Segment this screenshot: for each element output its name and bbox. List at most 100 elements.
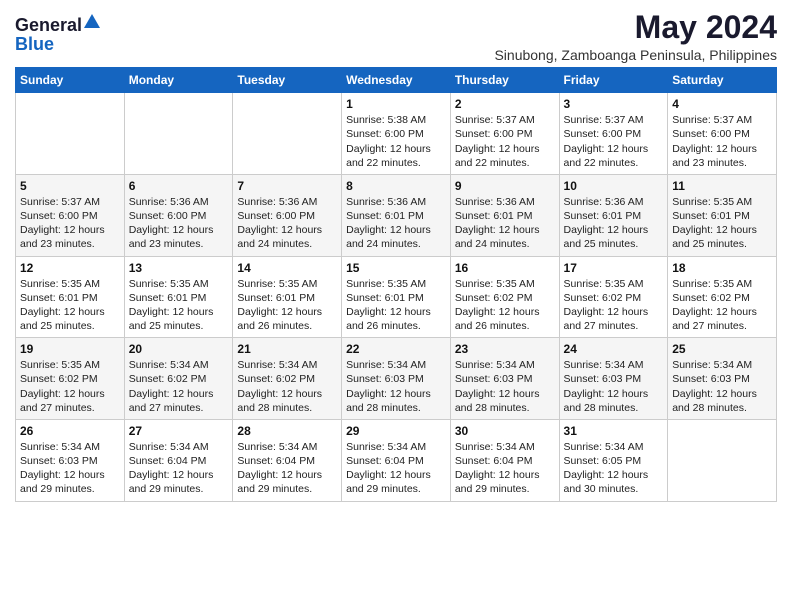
day-info: Sunrise: 5:37 AM Sunset: 6:00 PM Dayligh… — [564, 113, 664, 170]
calendar-cell: 11 Sunrise: 5:35 AM Sunset: 6:01 PM Dayli… — [668, 174, 777, 256]
day-info: Sunrise: 5:36 AM Sunset: 6:00 PM Dayligh… — [237, 195, 337, 252]
logo-icon — [84, 14, 100, 30]
day-number: 12 — [20, 261, 120, 275]
page-header: General Blue May 2024 Sinubong, Zamboang… — [15, 10, 777, 63]
day-info: Sunrise: 5:34 AM Sunset: 6:03 PM Dayligh… — [564, 358, 664, 415]
calendar-cell: 9 Sunrise: 5:36 AM Sunset: 6:01 PM Daylig… — [450, 174, 559, 256]
day-info: Sunrise: 5:35 AM Sunset: 6:01 PM Dayligh… — [672, 195, 772, 252]
calendar-cell: 15Sunrise: 5:35 AM Sunset: 6:01 PM Dayli… — [342, 256, 451, 338]
day-number: 20 — [129, 342, 229, 356]
day-number: 28 — [237, 424, 337, 438]
calendar-cell: 5Sunrise: 5:37 AM Sunset: 6:00 PM Daylig… — [16, 174, 125, 256]
month-title: May 2024 — [494, 10, 777, 45]
calendar-body: 1Sunrise: 5:38 AM Sunset: 6:00 PM Daylig… — [16, 93, 777, 501]
day-info: Sunrise: 5:35 AM Sunset: 6:01 PM Dayligh… — [129, 277, 229, 334]
day-number: 23 — [455, 342, 555, 356]
day-number: 11 — [672, 179, 772, 193]
calendar-cell: 24 Sunrise: 5:34 AM Sunset: 6:03 PM Dayli… — [559, 338, 668, 420]
day-number: 2 — [455, 97, 555, 111]
calendar-cell: 8Sunrise: 5:36 AM Sunset: 6:01 PM Daylig… — [342, 174, 451, 256]
day-number: 29 — [346, 424, 446, 438]
header-day: Monday — [124, 68, 233, 93]
day-number: 6 — [129, 179, 229, 193]
calendar-cell: 1Sunrise: 5:38 AM Sunset: 6:00 PM Daylig… — [342, 93, 451, 175]
day-number: 27 — [129, 424, 229, 438]
logo: General Blue — [15, 14, 100, 53]
day-number: 15 — [346, 261, 446, 275]
calendar-cell — [124, 93, 233, 175]
day-info: Sunrise: 5:35 AM Sunset: 6:02 PM Dayligh… — [20, 358, 120, 415]
header-row: SundayMondayTuesdayWednesdayThursdayFrid… — [16, 68, 777, 93]
header-day: Friday — [559, 68, 668, 93]
day-info: Sunrise: 5:34 AM Sunset: 6:04 PM Dayligh… — [237, 440, 337, 497]
header-day: Sunday — [16, 68, 125, 93]
day-number: 13 — [129, 261, 229, 275]
day-info: Sunrise: 5:37 AM Sunset: 6:00 PM Dayligh… — [672, 113, 772, 170]
calendar-header: SundayMondayTuesdayWednesdayThursdayFrid… — [16, 68, 777, 93]
calendar-cell: 17 Sunrise: 5:35 AM Sunset: 6:02 PM Dayli… — [559, 256, 668, 338]
day-number: 22 — [346, 342, 446, 356]
calendar-cell: 18 Sunrise: 5:35 AM Sunset: 6:02 PM Dayli… — [668, 256, 777, 338]
day-number: 19 — [20, 342, 120, 356]
logo-general: General — [15, 16, 82, 34]
calendar-week-row: 12 Sunrise: 5:35 AM Sunset: 6:01 PM Dayli… — [16, 256, 777, 338]
calendar-cell: 28 Sunrise: 5:34 AM Sunset: 6:04 PM Dayli… — [233, 419, 342, 501]
day-info: Sunrise: 5:34 AM Sunset: 6:05 PM Dayligh… — [564, 440, 664, 497]
title-block: May 2024 Sinubong, Zamboanga Peninsula, … — [494, 10, 777, 63]
day-number: 30 — [455, 424, 555, 438]
day-number: 7 — [237, 179, 337, 193]
calendar-cell: 14 Sunrise: 5:35 AM Sunset: 6:01 PM Dayli… — [233, 256, 342, 338]
logo-blue: Blue — [15, 35, 54, 53]
day-info: Sunrise: 5:34 AM Sunset: 6:02 PM Dayligh… — [129, 358, 229, 415]
header-day: Tuesday — [233, 68, 342, 93]
calendar-cell: 10Sunrise: 5:36 AM Sunset: 6:01 PM Dayli… — [559, 174, 668, 256]
day-number: 26 — [20, 424, 120, 438]
calendar-cell — [16, 93, 125, 175]
calendar-cell: 4Sunrise: 5:37 AM Sunset: 6:00 PM Daylig… — [668, 93, 777, 175]
day-info: Sunrise: 5:34 AM Sunset: 6:03 PM Dayligh… — [346, 358, 446, 415]
calendar-week-row: 19 Sunrise: 5:35 AM Sunset: 6:02 PM Dayli… — [16, 338, 777, 420]
day-number: 24 — [564, 342, 664, 356]
calendar-cell: 29 Sunrise: 5:34 AM Sunset: 6:04 PM Dayli… — [342, 419, 451, 501]
day-number: 17 — [564, 261, 664, 275]
calendar-cell: 13 Sunrise: 5:35 AM Sunset: 6:01 PM Dayli… — [124, 256, 233, 338]
day-number: 8 — [346, 179, 446, 193]
day-info: Sunrise: 5:35 AM Sunset: 6:02 PM Dayligh… — [564, 277, 664, 334]
day-info: Sunrise: 5:35 AM Sunset: 6:01 PM Dayligh… — [237, 277, 337, 334]
day-info: Sunrise: 5:36 AM Sunset: 6:01 PM Dayligh… — [564, 195, 664, 252]
day-info: Sunrise: 5:34 AM Sunset: 6:02 PM Dayligh… — [237, 358, 337, 415]
calendar-cell: 31 Sunrise: 5:34 AM Sunset: 6:05 PM Dayli… — [559, 419, 668, 501]
day-info: Sunrise: 5:36 AM Sunset: 6:01 PM Dayligh… — [455, 195, 555, 252]
calendar-cell: 23Sunrise: 5:34 AM Sunset: 6:03 PM Dayli… — [450, 338, 559, 420]
calendar-week-row: 1Sunrise: 5:38 AM Sunset: 6:00 PM Daylig… — [16, 93, 777, 175]
day-number: 9 — [455, 179, 555, 193]
day-number: 31 — [564, 424, 664, 438]
day-info: Sunrise: 5:34 AM Sunset: 6:04 PM Dayligh… — [346, 440, 446, 497]
header-day: Thursday — [450, 68, 559, 93]
calendar-cell: 21 Sunrise: 5:34 AM Sunset: 6:02 PM Dayli… — [233, 338, 342, 420]
header-day: Wednesday — [342, 68, 451, 93]
header-day: Saturday — [668, 68, 777, 93]
day-info: Sunrise: 5:35 AM Sunset: 6:02 PM Dayligh… — [455, 277, 555, 334]
calendar-cell: 26Sunrise: 5:34 AM Sunset: 6:03 PM Dayli… — [16, 419, 125, 501]
day-number: 18 — [672, 261, 772, 275]
calendar-cell — [668, 419, 777, 501]
day-info: Sunrise: 5:35 AM Sunset: 6:02 PM Dayligh… — [672, 277, 772, 334]
calendar-cell: 2 Sunrise: 5:37 AM Sunset: 6:00 PM Daylig… — [450, 93, 559, 175]
day-info: Sunrise: 5:34 AM Sunset: 6:04 PM Dayligh… — [455, 440, 555, 497]
day-number: 25 — [672, 342, 772, 356]
calendar-week-row: 26Sunrise: 5:34 AM Sunset: 6:03 PM Dayli… — [16, 419, 777, 501]
calendar-week-row: 5Sunrise: 5:37 AM Sunset: 6:00 PM Daylig… — [16, 174, 777, 256]
calendar-table: SundayMondayTuesdayWednesdayThursdayFrid… — [15, 67, 777, 501]
day-info: Sunrise: 5:35 AM Sunset: 6:01 PM Dayligh… — [20, 277, 120, 334]
calendar-cell: 7 Sunrise: 5:36 AM Sunset: 6:00 PM Daylig… — [233, 174, 342, 256]
calendar-cell: 22 Sunrise: 5:34 AM Sunset: 6:03 PM Dayli… — [342, 338, 451, 420]
calendar-cell: 6Sunrise: 5:36 AM Sunset: 6:00 PM Daylig… — [124, 174, 233, 256]
calendar-cell — [233, 93, 342, 175]
day-info: Sunrise: 5:37 AM Sunset: 6:00 PM Dayligh… — [455, 113, 555, 170]
day-number: 14 — [237, 261, 337, 275]
day-number: 16 — [455, 261, 555, 275]
day-number: 21 — [237, 342, 337, 356]
calendar-cell: 3Sunrise: 5:37 AM Sunset: 6:00 PM Daylig… — [559, 93, 668, 175]
day-info: Sunrise: 5:38 AM Sunset: 6:00 PM Dayligh… — [346, 113, 446, 170]
